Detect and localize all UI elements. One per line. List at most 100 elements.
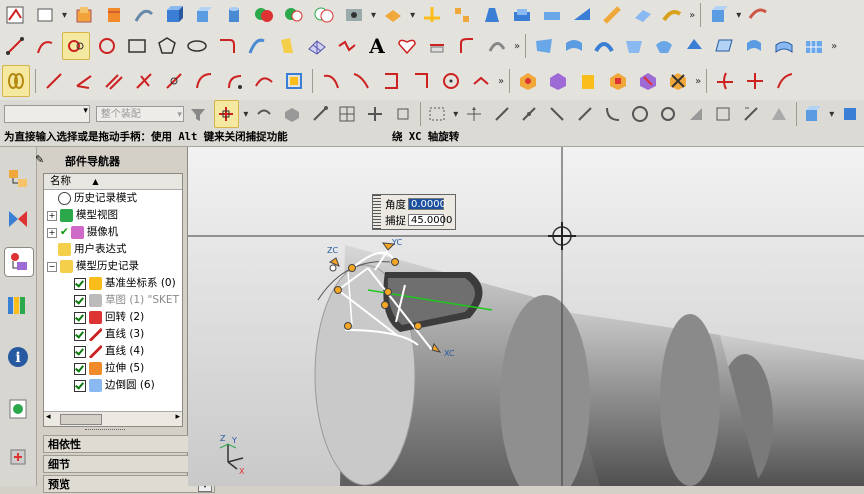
snap-circle-icon[interactable]	[628, 101, 652, 127]
visibility-checkbox[interactable]	[74, 328, 86, 341]
intersection-curve-icon[interactable]	[334, 33, 360, 59]
dropdown-arrow[interactable]: ▾	[829, 109, 834, 120]
block-icon[interactable]	[161, 2, 187, 28]
ellipse-icon[interactable]	[184, 33, 210, 59]
heart-curve-icon[interactable]	[394, 33, 420, 59]
line-icon[interactable]	[2, 33, 28, 59]
selection-scope-dropdown[interactable]: 整个装配 ▾	[95, 106, 184, 122]
curve-through-points-icon[interactable]	[348, 68, 374, 94]
visibility-checkbox[interactable]	[74, 311, 86, 324]
info-icon[interactable]: i	[4, 343, 32, 371]
curve-fit-icon[interactable]	[62, 32, 90, 60]
polygon-icon[interactable]	[154, 33, 180, 59]
history-icon[interactable]	[4, 395, 32, 423]
constraint-navigator-icon[interactable]	[4, 205, 32, 233]
tree-item-line-3[interactable]: 直线 (3)	[74, 326, 144, 343]
snap-arrow-icon[interactable]	[462, 101, 486, 127]
tree-item-datum-csys[interactable]: 基准坐标系 (0)	[74, 275, 176, 292]
arc-three-point-icon[interactable]	[191, 68, 217, 94]
visibility-checkbox[interactable]	[74, 379, 86, 392]
show-chain-icon[interactable]	[2, 65, 30, 97]
snap-arc-center-icon[interactable]	[601, 101, 625, 127]
more-tools-arrow[interactable]: »	[689, 10, 695, 21]
rectangle-icon[interactable]	[124, 33, 150, 59]
tree-item-line-4[interactable]: 直线 (4)	[74, 343, 144, 360]
snap-grid-icon[interactable]	[335, 101, 359, 127]
snap-midpoint-icon[interactable]	[490, 101, 514, 127]
point-icon[interactable]	[468, 68, 494, 94]
fillet-icon[interactable]	[214, 33, 240, 59]
assembly-filter-icon[interactable]	[802, 101, 826, 127]
dropdown-arrow[interactable]: ▾	[62, 10, 67, 21]
scroll-thumb[interactable]	[60, 414, 102, 425]
tree-item-user-expressions[interactable]: 用户表达式	[58, 241, 127, 258]
bounded-plane-icon[interactable]	[711, 33, 737, 59]
tree-item-revolve[interactable]: 回转 (2)	[74, 309, 144, 326]
mirror-icon[interactable]	[449, 2, 475, 28]
tree-item-history-mode[interactable]: 历史记录模式	[58, 190, 137, 207]
extrude-icon[interactable]	[71, 2, 97, 28]
select-all-icon[interactable]	[213, 100, 240, 128]
arc-icon[interactable]	[32, 33, 58, 59]
basic-line-icon[interactable]	[41, 68, 67, 94]
settings-icon[interactable]	[4, 443, 32, 471]
column-header[interactable]: 名称 ▲	[44, 174, 182, 190]
assembly-navigator-icon[interactable]	[4, 165, 32, 193]
more-tools-arrow[interactable]: »	[514, 41, 520, 52]
bridge-curve-icon[interactable]	[424, 33, 450, 59]
arc-tangent-icon[interactable]	[251, 68, 277, 94]
undo-icon[interactable]	[252, 101, 276, 127]
more-tools-arrow[interactable]: »	[498, 76, 504, 87]
edit-parameters-icon[interactable]	[545, 68, 571, 94]
reuse-library-icon[interactable]	[4, 291, 32, 319]
swept-surface-icon[interactable]	[621, 33, 647, 59]
composite-curve-icon[interactable]	[484, 33, 510, 59]
type-filter-dropdown[interactable]: ▾	[4, 105, 90, 123]
corner-line-icon[interactable]	[318, 68, 344, 94]
horizontal-scrollbar[interactable]: ◂ ▸	[44, 411, 182, 426]
visibility-checkbox[interactable]	[74, 294, 86, 307]
section-surface-icon[interactable]	[651, 33, 677, 59]
line-point-angle-icon[interactable]	[71, 68, 97, 94]
snap-surface-point-icon[interactable]	[739, 101, 763, 127]
tree-item-camera[interactable]: + ✔ 摄像机	[47, 224, 118, 241]
circle-center-icon[interactable]	[438, 68, 464, 94]
hole-icon[interactable]	[341, 2, 367, 28]
line-parallel-icon[interactable]	[101, 68, 127, 94]
revolve-icon[interactable]	[101, 2, 127, 28]
dropdown-arrow[interactable]: ▾	[371, 10, 376, 21]
offset-surface-icon[interactable]	[771, 33, 797, 59]
suppress-feature-icon[interactable]	[665, 68, 691, 94]
quick-pick-icon[interactable]	[838, 101, 862, 127]
snap-endpoint-icon[interactable]	[308, 101, 332, 127]
snap-quadrant-icon[interactable]	[573, 101, 597, 127]
more-tools-arrow[interactable]: »	[695, 76, 701, 87]
dropdown-arrow[interactable]: ▾	[453, 109, 458, 120]
snap-face-icon[interactable]	[684, 101, 708, 127]
snap-intersection-icon[interactable]	[363, 101, 387, 127]
tree-item-model-history[interactable]: − 模型历史记录	[47, 258, 139, 275]
helix-icon[interactable]	[454, 33, 480, 59]
snap-tangent-icon[interactable]	[545, 101, 569, 127]
dropdown-arrow[interactable]: ▾	[410, 10, 415, 21]
snap-control-point-icon[interactable]	[518, 101, 542, 127]
splitter-handle[interactable]	[85, 429, 125, 434]
edit-feature-icon[interactable]	[515, 68, 541, 94]
through-curve-mesh-icon[interactable]	[591, 33, 617, 59]
line-perpendicular-icon[interactable]	[131, 68, 157, 94]
chamfer-icon[interactable]	[659, 2, 685, 28]
snap-pole-icon[interactable]	[712, 101, 736, 127]
circle-icon[interactable]	[94, 33, 120, 59]
line-tangent-icon[interactable]	[161, 68, 187, 94]
dropdown-arrow[interactable]: ▾	[243, 109, 248, 120]
text-tool-icon[interactable]: A	[364, 33, 390, 59]
datum-plane-icon[interactable]	[32, 2, 58, 28]
scroll-left-icon[interactable]: ◂	[46, 412, 51, 422]
edge-blend-icon[interactable]	[629, 2, 655, 28]
cylinder-icon[interactable]	[221, 2, 247, 28]
part-navigator-icon[interactable]	[4, 247, 34, 277]
datum-csys-icon[interactable]	[419, 2, 445, 28]
offset-curve-icon[interactable]	[244, 33, 270, 59]
boolean-intersect-icon[interactable]	[311, 2, 337, 28]
snap-ring-icon[interactable]	[656, 101, 680, 127]
